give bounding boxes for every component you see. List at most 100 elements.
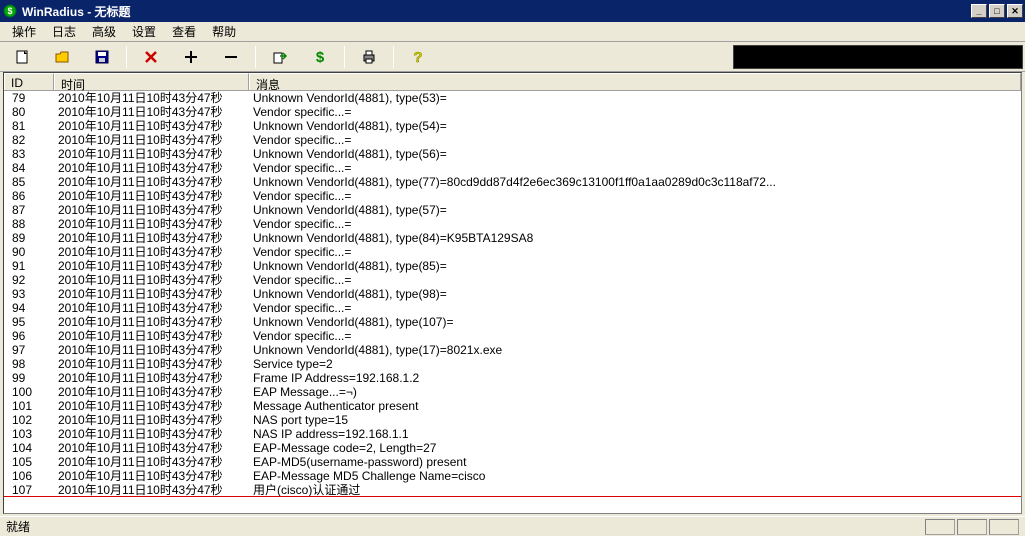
add-button[interactable]	[179, 45, 203, 69]
cell-id: 103	[4, 427, 54, 441]
table-row[interactable]: 842010年10月11日10时43分47秒Vendor specific...…	[4, 161, 1021, 175]
svg-text:?: ?	[413, 49, 422, 65]
cell-time: 2010年10月11日10时43分47秒	[54, 371, 249, 385]
remove-button[interactable]	[219, 45, 243, 69]
cell-message: Message Authenticator present	[249, 399, 1021, 413]
menu-log[interactable]: 日志	[44, 21, 84, 42]
table-row[interactable]: 1032010年10月11日10时43分47秒NAS IP address=19…	[4, 427, 1021, 441]
cell-id: 87	[4, 203, 54, 217]
maximize-button[interactable]: □	[989, 4, 1005, 18]
table-row[interactable]: 992010年10月11日10时43分47秒Frame IP Address=1…	[4, 371, 1021, 385]
table-row[interactable]: 932010年10月11日10时43分47秒Unknown VendorId(4…	[4, 287, 1021, 301]
menu-advanced[interactable]: 高级	[84, 21, 124, 42]
cell-message: Vendor specific...=	[249, 301, 1021, 315]
cell-time: 2010年10月11日10时43分47秒	[54, 301, 249, 315]
cell-id: 102	[4, 413, 54, 427]
table-row[interactable]: 852010年10月11日10时43分47秒Unknown VendorId(4…	[4, 175, 1021, 189]
cell-time: 2010年10月11日10时43分47秒	[54, 105, 249, 119]
cell-time: 2010年10月11日10时43分47秒	[54, 385, 249, 399]
table-row[interactable]: 902010年10月11日10时43分47秒Vendor specific...…	[4, 245, 1021, 259]
cell-time: 2010年10月11日10时43分47秒	[54, 189, 249, 203]
cell-message: Vendor specific...=	[249, 189, 1021, 203]
table-row[interactable]: 892010年10月11日10时43分47秒Unknown VendorId(4…	[4, 231, 1021, 245]
table-row[interactable]: 822010年10月11日10时43分47秒Vendor specific...…	[4, 133, 1021, 147]
table-row[interactable]: 972010年10月11日10时43分47秒Unknown VendorId(4…	[4, 343, 1021, 357]
cell-time: 2010年10月11日10时43分47秒	[54, 427, 249, 441]
table-row[interactable]: 1012010年10月11日10时43分47秒Message Authentic…	[4, 399, 1021, 413]
cell-id: 92	[4, 273, 54, 287]
table-row[interactable]: 962010年10月11日10时43分47秒Vendor specific...…	[4, 329, 1021, 343]
save-button[interactable]	[90, 45, 114, 69]
table-row[interactable]: 1022010年10月11日10时43分47秒NAS port type=15	[4, 413, 1021, 427]
cell-time: 2010年10月11日10时43分47秒	[54, 441, 249, 455]
cell-time: 2010年10月11日10时43分47秒	[54, 217, 249, 231]
menu-view[interactable]: 查看	[164, 21, 204, 42]
column-time[interactable]: 时间	[54, 73, 249, 90]
export-button[interactable]	[268, 45, 292, 69]
menu-operation[interactable]: 操作	[4, 21, 44, 42]
column-message[interactable]: 消息	[249, 73, 1021, 90]
cell-time: 2010年10月11日10时43分47秒	[54, 203, 249, 217]
cell-message: Service type=2	[249, 357, 1021, 371]
table-row[interactable]: 942010年10月11日10时43分47秒Vendor specific...…	[4, 301, 1021, 315]
help-button[interactable]: ?	[406, 45, 430, 69]
table-row[interactable]: 882010年10月11日10时43分47秒Vendor specific...…	[4, 217, 1021, 231]
menu-settings[interactable]: 设置	[124, 21, 164, 42]
menubar: 操作 日志 高级 设置 查看 帮助	[0, 22, 1025, 42]
table-row[interactable]: 1052010年10月11日10时43分47秒EAP-MD5(username-…	[4, 455, 1021, 469]
print-button[interactable]	[357, 45, 381, 69]
new-button[interactable]	[10, 45, 34, 69]
cell-message: Unknown VendorId(4881), type(84)=K95BTA1…	[249, 231, 1021, 245]
table-row[interactable]: 802010年10月11日10时43分47秒Vendor specific...…	[4, 105, 1021, 119]
table-row[interactable]: 922010年10月11日10时43分47秒Vendor specific...…	[4, 273, 1021, 287]
delete-button[interactable]	[139, 45, 163, 69]
close-button[interactable]: ✕	[1007, 4, 1023, 18]
cell-message: NAS port type=15	[249, 413, 1021, 427]
table-row[interactable]: 812010年10月11日10时43分47秒Unknown VendorId(4…	[4, 119, 1021, 133]
svg-text:$: $	[7, 6, 12, 16]
table-row[interactable]: 952010年10月11日10时43分47秒Unknown VendorId(4…	[4, 315, 1021, 329]
cell-time: 2010年10月11日10时43分47秒	[54, 413, 249, 427]
cell-id: 107	[4, 483, 54, 496]
cell-message: EAP-MD5(username-password) present	[249, 455, 1021, 469]
cell-message: NAS IP address=192.168.1.1	[249, 427, 1021, 441]
cell-time: 2010年10月11日10时43分47秒	[54, 315, 249, 329]
table-row[interactable]: 982010年10月11日10时43分47秒Service type=2	[4, 357, 1021, 371]
cell-time: 2010年10月11日10时43分47秒	[54, 273, 249, 287]
table-row[interactable]: 872010年10月11日10时43分47秒Unknown VendorId(4…	[4, 203, 1021, 217]
statusbar: 就绪	[0, 516, 1025, 536]
toolbar: $ ?	[0, 42, 1025, 72]
toolbar-separator	[255, 46, 256, 68]
status-panels	[925, 519, 1019, 535]
cell-message: Vendor specific...=	[249, 161, 1021, 175]
cell-time: 2010年10月11日10时43分47秒	[54, 161, 249, 175]
cell-id: 94	[4, 301, 54, 315]
cell-message: Unknown VendorId(4881), type(107)=	[249, 315, 1021, 329]
table-row[interactable]: 832010年10月11日10时43分47秒Unknown VendorId(4…	[4, 147, 1021, 161]
menu-help[interactable]: 帮助	[204, 21, 244, 42]
table-row[interactable]: 862010年10月11日10时43分47秒Vendor specific...…	[4, 189, 1021, 203]
column-id[interactable]: ID	[4, 73, 54, 90]
table-row[interactable]: 1002010年10月11日10时43分47秒EAP Message...=¬)	[4, 385, 1021, 399]
cell-time: 2010年10月11日10时43分47秒	[54, 399, 249, 413]
table-row[interactable]: 1072010年10月11日10时43分47秒用户(cisco)认证通过	[4, 483, 1021, 497]
cell-time: 2010年10月11日10时43分47秒	[54, 357, 249, 371]
table-row[interactable]: 912010年10月11日10时43分47秒Unknown VendorId(4…	[4, 259, 1021, 273]
cell-id: 93	[4, 287, 54, 301]
list-body[interactable]: 792010年10月11日10时43分47秒Unknown VendorId(4…	[4, 91, 1021, 513]
cell-time: 2010年10月11日10时43分47秒	[54, 455, 249, 469]
table-row[interactable]: 1062010年10月11日10时43分47秒EAP-Message MD5 C…	[4, 469, 1021, 483]
table-row[interactable]: 1042010年10月11日10时43分47秒EAP-Message code=…	[4, 441, 1021, 455]
open-button[interactable]	[50, 45, 74, 69]
cell-id: 104	[4, 441, 54, 455]
cell-message: Unknown VendorId(4881), type(54)=	[249, 119, 1021, 133]
cell-time: 2010年10月11日10时43分47秒	[54, 231, 249, 245]
status-text: 就绪	[6, 518, 30, 535]
cell-message: Vendor specific...=	[249, 217, 1021, 231]
table-row[interactable]: 792010年10月11日10时43分47秒Unknown VendorId(4…	[4, 91, 1021, 105]
billing-button[interactable]: $	[308, 45, 332, 69]
cell-time: 2010年10月11日10时43分47秒	[54, 119, 249, 133]
cell-message: Unknown VendorId(4881), type(57)=	[249, 203, 1021, 217]
minimize-button[interactable]: _	[971, 4, 987, 18]
cell-time: 2010年10月11日10时43分47秒	[54, 133, 249, 147]
